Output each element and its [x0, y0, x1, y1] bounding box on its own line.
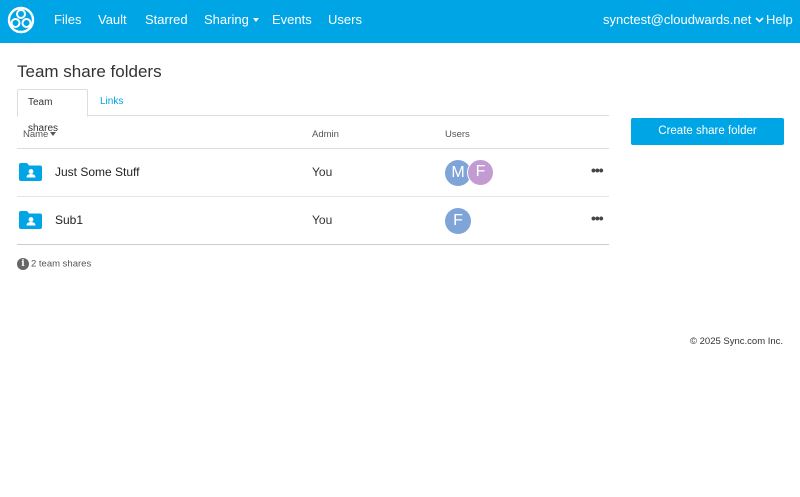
- table-header: Name Admin Users: [17, 117, 609, 149]
- user-avatar: F: [467, 159, 494, 186]
- nav-users[interactable]: Users: [328, 12, 362, 27]
- sort-down-icon: [50, 132, 57, 137]
- column-header-users: Users: [445, 129, 470, 140]
- shared-folder-icon: [19, 163, 42, 181]
- account-email: synctest@cloudwards.net: [603, 12, 752, 27]
- nav-starred[interactable]: Starred: [145, 12, 188, 27]
- column-header-admin: Admin: [312, 129, 339, 140]
- shared-folder-icon: [19, 211, 42, 229]
- nav-vault[interactable]: Vault: [98, 12, 127, 27]
- folder-name[interactable]: Sub1: [55, 213, 83, 227]
- tab-team-shares[interactable]: Team shares: [17, 89, 88, 134]
- folder-admin: You: [312, 165, 333, 179]
- table-row[interactable]: Sub1 You F •••: [17, 197, 609, 245]
- nav-sharing-dropdown[interactable]: Sharing: [204, 12, 259, 27]
- column-header-name-label: Name: [23, 129, 49, 140]
- tab-bar: Team shares Links: [17, 89, 609, 134]
- info-icon: i: [17, 258, 29, 270]
- team-shares-count-text: 2 team shares: [31, 258, 92, 270]
- chevron-down-icon: [755, 16, 764, 23]
- table-row[interactable]: Just Some Stuff You M F •••: [17, 149, 609, 197]
- folder-name[interactable]: Just Some Stuff: [55, 165, 140, 179]
- folder-admin: You: [312, 213, 333, 227]
- page-title: Team share folders: [17, 62, 162, 81]
- more-options-icon[interactable]: •••: [591, 162, 604, 178]
- account-menu[interactable]: synctest@cloudwards.net: [603, 12, 764, 27]
- sync-logo-icon[interactable]: [7, 6, 35, 34]
- top-navigation-bar: Files Vault Starred Sharing Events Users…: [0, 0, 800, 43]
- team-shares-count: i2 team shares: [17, 258, 91, 270]
- copyright: © 2025 Sync.com Inc.: [690, 336, 784, 347]
- nav-help[interactable]: Help: [766, 12, 793, 27]
- caret-down-icon: [252, 17, 259, 22]
- create-share-folder-button[interactable]: Create share folder: [631, 118, 784, 145]
- tab-links[interactable]: Links: [90, 89, 133, 117]
- nav-files[interactable]: Files: [54, 12, 81, 27]
- user-avatar: F: [445, 208, 471, 234]
- nav-events[interactable]: Events: [272, 12, 312, 27]
- column-header-name[interactable]: Name: [23, 129, 57, 140]
- more-options-icon[interactable]: •••: [591, 210, 604, 226]
- nav-sharing-label: Sharing: [204, 12, 249, 27]
